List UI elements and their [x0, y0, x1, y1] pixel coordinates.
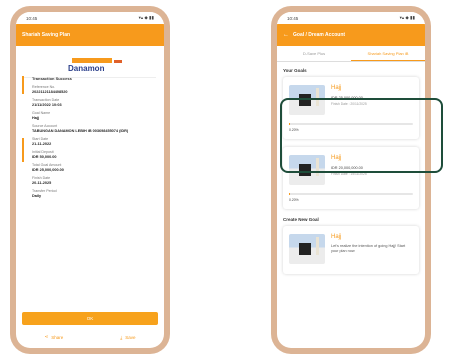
detail-item: Reference No. 20221121184408520	[32, 85, 160, 94]
logo-stripe-accent	[114, 60, 122, 63]
kaaba-image	[289, 234, 325, 264]
status-icons: ▾▴ ◆ ▮▮	[399, 15, 415, 20]
detail-value: Hajj	[32, 116, 39, 120]
detail-value: IDR 50,000.00	[32, 155, 57, 159]
detail-item: Source Account TABUNGAN DANAMON LEBIH iB…	[32, 124, 160, 133]
detail-item: Transaction Date 21/11/2022 10:03	[32, 98, 160, 107]
create-goal-card[interactable]: Hajj Let's realize the intention of goin…	[283, 226, 419, 274]
detail-item: Start Date 21-11-2022	[32, 137, 160, 146]
tab-dsave-plus[interactable]: D-Save Plus	[277, 46, 351, 61]
detail-item: Total Goal Amount IDR 25,000,000.00	[32, 163, 160, 172]
save-button[interactable]: ⤓ Save	[120, 334, 135, 340]
goal-progress-fill	[289, 193, 291, 195]
detail-label: Initial Deposit	[32, 150, 54, 154]
status-icons: ▾▴ ◆ ▮▮	[138, 15, 154, 20]
page-title: Shariah Saving Plan	[22, 32, 71, 38]
phone-frame-right: 10:45 ▾▴ ◆ ▮▮ ← Goal / Dream Account D-S…	[271, 6, 431, 354]
detail-label: Reference No.	[32, 85, 56, 89]
create-goal-name: Hajj	[331, 234, 342, 240]
app-bar: Shariah Saving Plan	[16, 24, 164, 46]
your-goals-title: Your Goals	[283, 68, 307, 73]
detail-label: Finish Date	[32, 176, 51, 180]
ok-button[interactable]: OK	[22, 312, 158, 325]
detail-label: Goal Name	[32, 111, 51, 115]
create-goal-description: Let's realize the intention of going Haj…	[331, 244, 406, 254]
share-icon: ⋖	[44, 334, 49, 339]
detail-label: Transaction Date	[32, 98, 60, 102]
share-button[interactable]: ⋖ Share	[44, 334, 63, 340]
highlight-frame	[280, 98, 443, 173]
section-marker	[22, 138, 24, 162]
transaction-title: Transaction Success	[32, 76, 72, 81]
back-arrow-icon[interactable]: ←	[283, 32, 289, 38]
detail-value: Daily	[32, 194, 42, 198]
status-bar: 10:45 ▾▴ ◆ ▮▮	[16, 12, 164, 24]
goal-progress-text: 0.20%	[289, 198, 299, 202]
download-icon: ⤓	[120, 334, 123, 340]
page-title: Goal / Dream Account	[293, 32, 346, 38]
detail-label: Source Account	[32, 124, 58, 128]
goal-name: Hajj	[331, 85, 342, 91]
transaction-screen: 10:45 ▾▴ ◆ ▮▮ Shariah Saving Plan Danamo…	[16, 12, 164, 348]
goal-progress-bar	[289, 193, 413, 195]
detail-value: 21-11-2022	[32, 142, 52, 146]
detail-item: Initial Deposit IDR 50,000.00	[32, 150, 160, 159]
detail-value: IDR 25,000,000.00	[32, 168, 64, 172]
detail-label: Start Date	[32, 137, 49, 141]
save-label: Save	[125, 334, 136, 340]
tab-shariah-saving-plan[interactable]: Shariah Saving Plan iB	[351, 46, 425, 61]
status-time: 10:45	[26, 15, 38, 21]
goals-screen: 10:45 ▾▴ ◆ ▮▮ ← Goal / Dream Account D-S…	[277, 12, 425, 348]
transaction-details: Transaction Success Reference No. 202211…	[22, 76, 160, 202]
kaaba-shape	[299, 243, 311, 255]
section-marker	[22, 76, 24, 94]
tower-shape	[316, 237, 319, 255]
detail-item: Transfer Period Daily	[32, 189, 160, 198]
app-bar: ← Goal / Dream Account	[277, 24, 425, 46]
logo-text: Danamon	[68, 64, 105, 73]
detail-item: Goal Name Hajj	[32, 111, 160, 120]
detail-value: 20221121184408520	[32, 90, 68, 94]
detail-value: 21/11/2022 10:03	[32, 103, 62, 107]
detail-label: Total Goal Amount	[32, 163, 62, 167]
tab-bar: D-Save Plus Shariah Saving Plan iB	[277, 46, 425, 62]
bank-logo: Danamon	[24, 52, 156, 78]
detail-label: Transfer Period	[32, 189, 57, 193]
status-bar: 10:45 ▾▴ ◆ ▮▮	[277, 12, 425, 24]
detail-value: 20-11-2025	[32, 181, 52, 185]
create-new-goal-title: Create New Goal	[283, 217, 319, 222]
status-time: 10:45	[287, 15, 299, 21]
bottom-actions: ⋖ Share ⤓ Save	[16, 334, 164, 340]
detail-item: Finish Date 20-11-2025	[32, 176, 160, 185]
share-label: Share	[51, 334, 64, 340]
logo-stripe	[72, 58, 112, 63]
phone-frame-left: 10:45 ▾▴ ◆ ▮▮ Shariah Saving Plan Danamo…	[10, 6, 170, 354]
detail-value: TABUNGAN DANAMON LEBIH iB 003698455074 (…	[32, 129, 129, 133]
